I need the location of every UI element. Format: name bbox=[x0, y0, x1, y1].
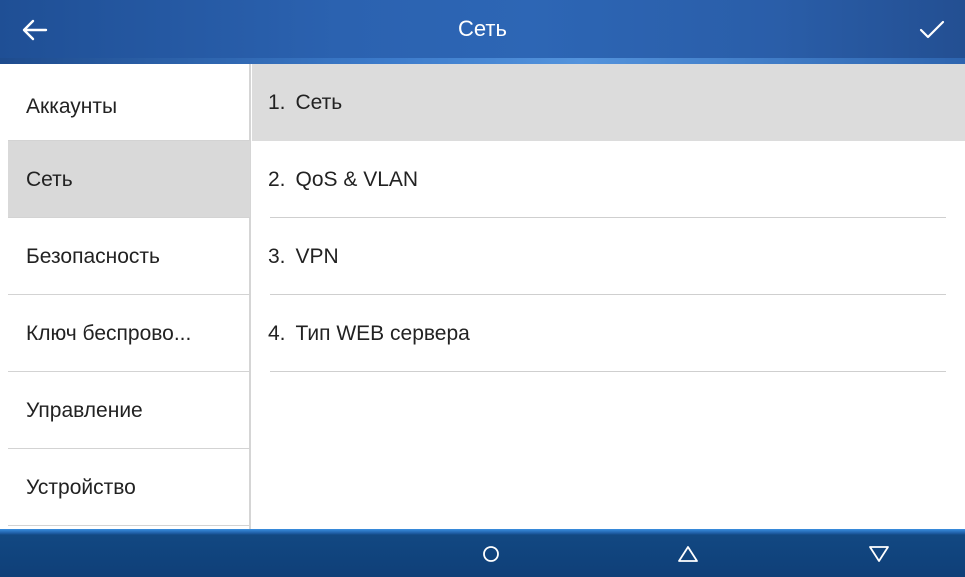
sidebar-item-management[interactable]: Управление bbox=[8, 372, 250, 449]
list-item-label: VPN bbox=[295, 244, 339, 268]
page-title: Сеть bbox=[458, 16, 507, 41]
list-item-label: Тип WEB сервера bbox=[295, 321, 470, 345]
back-button[interactable] bbox=[22, 12, 72, 52]
sidebar-item-device[interactable]: Устройство bbox=[8, 449, 250, 526]
list-item-number: 1. bbox=[268, 90, 286, 114]
confirm-button[interactable] bbox=[895, 12, 945, 52]
sidebar-divider bbox=[8, 525, 250, 526]
list-item-web-server-type[interactable]: 4. Тип WEB сервера bbox=[252, 295, 965, 372]
screen: Сеть Аккаунты Сеть Безопасность Ключ бес… bbox=[0, 0, 965, 577]
settings-category-menu: Аккаунты Сеть Безопасность Ключ беспрово… bbox=[0, 64, 251, 529]
navigation-bar bbox=[0, 529, 965, 577]
list-item-number: 2. bbox=[268, 167, 286, 191]
list-item-network[interactable]: 1. Сеть bbox=[252, 64, 965, 141]
sidebar-item-network[interactable]: Сеть bbox=[8, 141, 250, 218]
triangle-down-icon bbox=[868, 545, 890, 568]
list-item-label: Сеть bbox=[295, 90, 343, 114]
list-item-number: 3. bbox=[268, 244, 286, 268]
arrow-left-icon bbox=[22, 19, 48, 46]
list-item-label: QoS & VLAN bbox=[295, 167, 419, 191]
list-item-qos-vlan[interactable]: 2. QoS & VLAN bbox=[252, 141, 965, 218]
title-bar: Сеть bbox=[0, 0, 965, 64]
scroll-down-button[interactable] bbox=[849, 535, 909, 577]
sidebar-item-accounts[interactable]: Аккаунты bbox=[8, 68, 250, 145]
sidebar-item-wireless-key[interactable]: Ключ беспрово... bbox=[8, 295, 250, 372]
sidebar-item-security[interactable]: Безопасность bbox=[8, 218, 250, 295]
triangle-up-icon bbox=[677, 545, 699, 568]
list-item-number: 4. bbox=[268, 321, 286, 345]
circle-icon bbox=[482, 545, 500, 568]
list-divider bbox=[270, 371, 946, 372]
network-settings-list: 1. Сеть 2. QoS & VLAN 3. VPN 4. Тип WEB … bbox=[252, 64, 965, 529]
check-icon bbox=[919, 20, 945, 45]
scroll-up-button[interactable] bbox=[658, 535, 718, 577]
home-button[interactable] bbox=[461, 535, 521, 577]
list-item-vpn[interactable]: 3. VPN bbox=[252, 218, 965, 295]
